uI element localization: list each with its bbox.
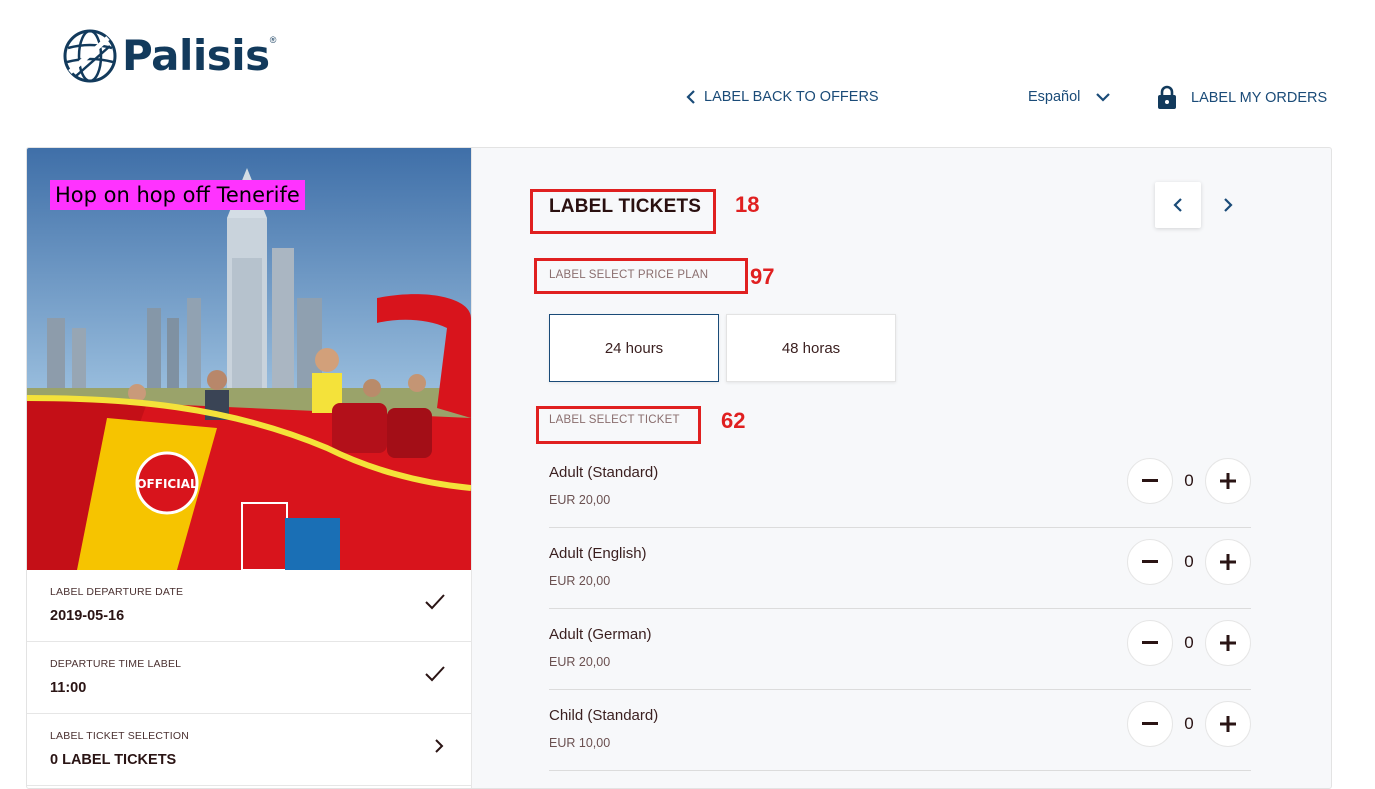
chevron-right-icon xyxy=(1224,198,1233,212)
ticket-name: Adult (Standard) xyxy=(549,464,659,481)
offer-title: Hop on hop off Tenerife xyxy=(50,180,305,210)
plus-icon xyxy=(1220,635,1236,651)
ticket-price: EUR 20,00 xyxy=(549,493,611,507)
quantity-stepper: 0 xyxy=(1127,458,1251,504)
quantity-value: 0 xyxy=(1184,633,1194,652)
chevron-left-icon xyxy=(1173,198,1182,212)
globe-logo-icon xyxy=(63,29,117,83)
plus-icon xyxy=(1220,554,1236,570)
booking-panel: OFFICIAL Hop on hop off Tenerife LABEL D… xyxy=(26,147,1332,789)
svg-text:OFFICIAL: OFFICIAL xyxy=(136,477,198,491)
annotation-number-18: 18 xyxy=(735,192,760,217)
annotation-number-62: 62 xyxy=(721,408,746,433)
check-icon xyxy=(425,594,445,610)
back-to-offers-link[interactable]: LABEL BACK TO OFFERS xyxy=(686,89,879,105)
brand-reg-mark: ® xyxy=(269,35,277,45)
brand-logo[interactable]: Palisis ® xyxy=(62,28,276,84)
ticket-name: Child (Standard) xyxy=(549,707,659,724)
minus-icon xyxy=(1142,560,1158,563)
quantity-stepper: 0 xyxy=(1127,539,1251,585)
quantity-value: 0 xyxy=(1184,714,1194,733)
ticket-selection-label: LABEL TICKET SELECTION xyxy=(50,730,190,742)
summary-departure-time[interactable]: DEPARTURE TIME LABEL 11:00 xyxy=(27,642,471,714)
brand-name: Palisis xyxy=(122,31,270,80)
price-plan-24-hours[interactable]: 24 hours xyxy=(549,314,719,382)
increase-button[interactable] xyxy=(1205,701,1251,747)
summary-ticket-selection[interactable]: LABEL TICKET SELECTION 0 LABEL TICKETS xyxy=(27,714,471,786)
summary-departure-date[interactable]: LABEL DEPARTURE DATE 2019-05-16 xyxy=(27,570,471,642)
minus-icon xyxy=(1142,722,1158,725)
departure-time-value: 11:00 xyxy=(50,680,87,696)
quantity-value: 0 xyxy=(1184,471,1194,490)
decrease-button[interactable] xyxy=(1127,539,1173,585)
departure-time-label: DEPARTURE TIME LABEL xyxy=(50,658,182,670)
increase-button[interactable] xyxy=(1205,620,1251,666)
annotation-box-62 xyxy=(536,406,701,444)
offer-photo: OFFICIAL xyxy=(27,148,471,570)
minus-icon xyxy=(1142,479,1158,482)
quantity-value: 0 xyxy=(1184,552,1194,571)
increase-button[interactable] xyxy=(1205,458,1251,504)
lock-icon xyxy=(1158,85,1176,109)
back-to-offers-label: LABEL BACK TO OFFERS xyxy=(704,89,879,105)
check-icon xyxy=(425,666,445,682)
next-page-button[interactable] xyxy=(1205,182,1251,228)
language-value: Español xyxy=(1028,89,1081,105)
decrease-button[interactable] xyxy=(1127,701,1173,747)
my-orders-link[interactable]: LABEL MY ORDERS xyxy=(1157,85,1327,110)
chevron-left-icon xyxy=(686,90,695,104)
annotation-number-97: 97 xyxy=(750,264,775,289)
quantity-stepper: 0 xyxy=(1127,701,1251,747)
increase-button[interactable] xyxy=(1205,539,1251,585)
ticket-row: Child (Standard) EUR 10,00 0 xyxy=(549,690,1251,771)
chevron-right-icon xyxy=(435,739,444,753)
ticket-row: Adult (German) EUR 20,00 0 xyxy=(549,609,1251,690)
ticket-row: Adult (Standard) EUR 20,00 0 xyxy=(549,447,1251,528)
plus-icon xyxy=(1220,716,1236,732)
chevron-down-icon xyxy=(1096,93,1111,102)
plus-icon xyxy=(1220,473,1236,489)
ticket-price: EUR 20,00 xyxy=(549,574,611,588)
ticket-price: EUR 10,00 xyxy=(549,736,611,750)
offer-image: OFFICIAL Hop on hop off Tenerife xyxy=(27,148,471,570)
tickets-column: LABEL TICKETS 18 LABEL SELECT PRICE PLAN… xyxy=(471,148,1331,788)
quantity-stepper: 0 xyxy=(1127,620,1251,666)
annotation-box-97 xyxy=(534,258,748,294)
ticket-price: EUR 20,00 xyxy=(549,655,611,669)
ticket-name: Adult (German) xyxy=(549,626,652,643)
language-select[interactable]: Español xyxy=(1028,89,1111,105)
ticket-row: Adult (English) EUR 20,00 0 xyxy=(549,528,1251,609)
decrease-button[interactable] xyxy=(1127,620,1173,666)
my-orders-label: LABEL MY ORDERS xyxy=(1191,89,1328,106)
ticket-selection-value: 0 LABEL TICKETS xyxy=(50,752,177,768)
decrease-button[interactable] xyxy=(1127,458,1173,504)
minus-icon xyxy=(1142,641,1158,644)
previous-page-button[interactable] xyxy=(1155,182,1201,228)
departure-date-label: LABEL DEPARTURE DATE xyxy=(50,586,184,598)
departure-date-value: 2019-05-16 xyxy=(50,608,125,624)
price-plan-48-horas[interactable]: 48 horas xyxy=(726,314,896,382)
ticket-name: Adult (English) xyxy=(549,545,647,562)
annotation-box-18 xyxy=(530,189,716,234)
offer-summary-column: OFFICIAL Hop on hop off Tenerife LABEL D… xyxy=(27,148,472,788)
